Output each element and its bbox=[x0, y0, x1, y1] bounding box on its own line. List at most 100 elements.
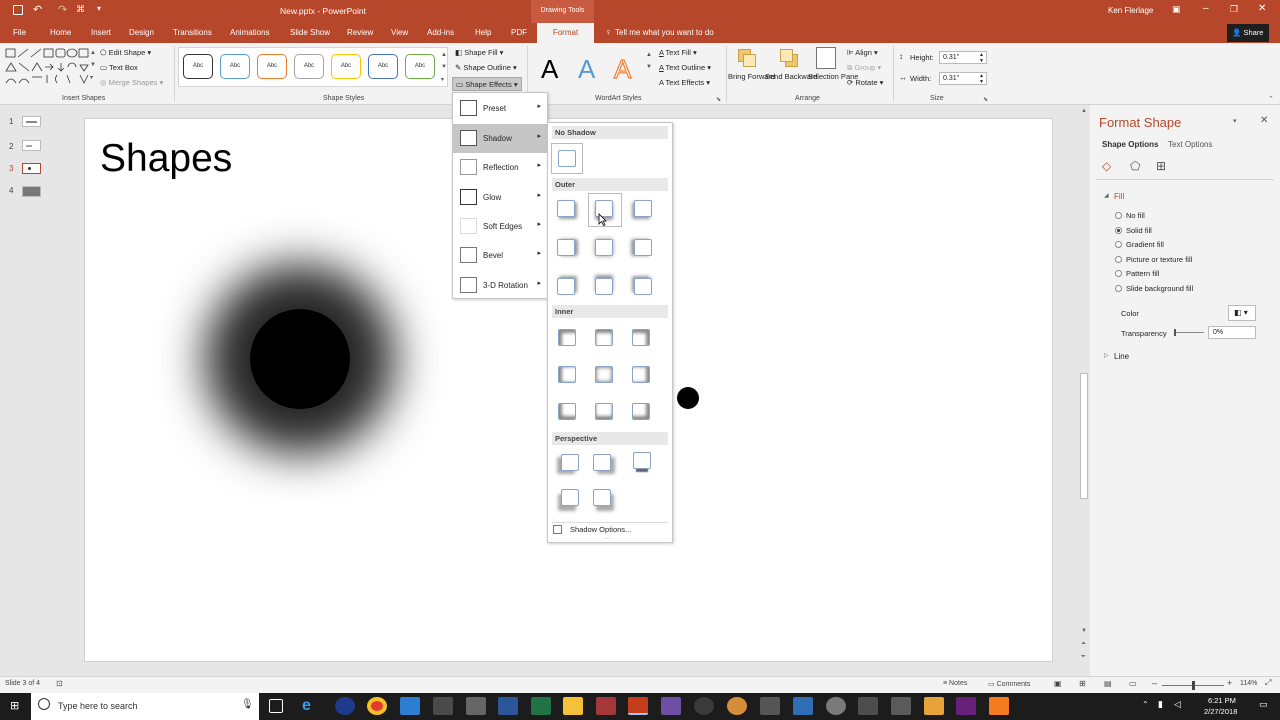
word-icon[interactable] bbox=[498, 697, 518, 715]
radio-no-fill[interactable] bbox=[1115, 212, 1122, 219]
file-manager-icon[interactable] bbox=[433, 697, 453, 715]
slide-thumbnail-4[interactable] bbox=[22, 186, 41, 197]
powerpoint-icon[interactable] bbox=[628, 697, 648, 715]
style-sample-5[interactable]: Abc bbox=[331, 54, 361, 79]
redo-icon[interactable]: ↷ bbox=[58, 3, 67, 16]
menu-item-soft-edges[interactable]: Soft Edges ▸ bbox=[453, 212, 547, 241]
slide-thumbnail-1[interactable] bbox=[22, 116, 41, 127]
text-fill-button[interactable]: A Text Fill ▾ bbox=[659, 48, 697, 57]
snipping-tool-icon[interactable] bbox=[760, 697, 780, 715]
no-shadow-option[interactable] bbox=[551, 143, 583, 174]
wordart-style-orange-outline[interactable]: A bbox=[613, 53, 632, 85]
tab-shape-options[interactable]: Shape Options bbox=[1102, 140, 1158, 149]
notes-button[interactable]: ≡ Notes bbox=[943, 680, 967, 687]
previous-slide-icon[interactable]: ⏶ bbox=[1081, 641, 1086, 648]
inner-shadow-4[interactable] bbox=[558, 366, 576, 383]
qat-customize-icon[interactable]: ▾ bbox=[97, 4, 101, 13]
tab-review[interactable]: Review bbox=[347, 28, 373, 37]
bring-forward-button[interactable]: Bring Forward bbox=[728, 72, 775, 82]
gallery-scroll-down-icon[interactable]: ▼ bbox=[90, 62, 96, 68]
close-icon[interactable]: ✕ bbox=[1258, 3, 1266, 14]
zoom-level[interactable]: 114% bbox=[1240, 680, 1257, 687]
tab-format[interactable]: Format bbox=[537, 23, 594, 43]
width-input[interactable]: 0.31" ▲ ▼ bbox=[939, 72, 987, 85]
perspective-shadow-3[interactable] bbox=[633, 452, 651, 469]
vertical-scrollbar[interactable]: ▲ ▼ ⏶ ⏷ bbox=[1078, 105, 1090, 676]
menu-item-reflection[interactable]: Reflection ▸ bbox=[453, 153, 547, 182]
text-box-button[interactable]: ▭ Text Box bbox=[100, 63, 138, 72]
tray-chevron-icon[interactable]: ⌃ bbox=[1142, 700, 1149, 709]
tab-add-ins[interactable]: Add-ins bbox=[427, 28, 454, 37]
shape-outline-button[interactable]: ✎ Shape Outline ▾ bbox=[455, 63, 517, 72]
clock-date[interactable]: 2/27/2018 bbox=[1204, 707, 1237, 716]
minimize-icon[interactable]: – bbox=[1203, 3, 1209, 14]
normal-view-icon[interactable]: ▣ bbox=[1054, 679, 1062, 688]
inner-shadow-8[interactable] bbox=[595, 403, 613, 420]
menu-item-glow[interactable]: Glow ▸ bbox=[453, 183, 547, 212]
menu-item-3d-rotation[interactable]: 3-D Rotation ▸ bbox=[453, 271, 547, 300]
zoom-in-icon[interactable]: + bbox=[1227, 678, 1232, 688]
style-sample-3[interactable]: Abc bbox=[257, 54, 287, 79]
menu-item-shadow[interactable]: Shadow ▸ bbox=[453, 124, 547, 153]
media-player-icon[interactable] bbox=[694, 697, 714, 715]
shape-fill-button[interactable]: ◧ Shape Fill ▾ bbox=[455, 48, 503, 57]
align-button[interactable]: ⊫ Align ▾ bbox=[847, 48, 878, 57]
tab-help[interactable]: Help bbox=[475, 28, 491, 37]
soft-edge-circle[interactable] bbox=[250, 309, 350, 409]
scroll-up-icon[interactable]: ▲ bbox=[1081, 108, 1087, 114]
tell-me-search[interactable]: Tell me what you want to do bbox=[615, 28, 714, 37]
shapes-gallery[interactable] bbox=[4, 47, 92, 89]
ribbon-display-icon[interactable]: ▣ bbox=[1172, 4, 1181, 15]
chrome-icon[interactable] bbox=[367, 697, 387, 715]
radio-slide-background-fill[interactable] bbox=[1115, 285, 1122, 292]
undo-icon[interactable]: ↶ bbox=[33, 3, 42, 16]
menu-item-preset[interactable]: Preset ▸ bbox=[453, 94, 547, 123]
radio-picture-fill[interactable] bbox=[1115, 256, 1122, 263]
remote-desktop-icon[interactable] bbox=[400, 697, 420, 715]
radio-pattern-fill[interactable] bbox=[1115, 270, 1122, 277]
effects-icon[interactable]: ⬠ bbox=[1130, 159, 1140, 173]
taskbar-search-box[interactable]: Type here to search 🎙 bbox=[31, 693, 259, 720]
perspective-shadow-1[interactable] bbox=[561, 454, 579, 471]
scroll-thumb[interactable] bbox=[1080, 373, 1088, 499]
style-sample-1[interactable]: Abc bbox=[183, 54, 213, 79]
slide-thumbnail-2[interactable] bbox=[22, 140, 41, 151]
wordart-dialog-launcher-icon[interactable]: ⬊ bbox=[716, 96, 721, 103]
slide-sorter-icon[interactable]: ⊞ bbox=[1079, 679, 1086, 688]
inner-shadow-9[interactable] bbox=[632, 403, 650, 420]
size-dialog-launcher-icon[interactable]: ⬊ bbox=[983, 96, 988, 103]
line-section-header[interactable]: Line bbox=[1114, 352, 1129, 361]
tab-file[interactable]: File bbox=[13, 28, 26, 37]
file-explorer-icon[interactable] bbox=[563, 697, 583, 715]
tool-icon[interactable] bbox=[891, 697, 911, 715]
volume-icon[interactable]: ◁ bbox=[1174, 699, 1181, 710]
wordart-style-black[interactable]: A bbox=[541, 54, 558, 85]
shadow-options-button[interactable]: Shadow Options... bbox=[551, 524, 669, 537]
terminal-icon[interactable] bbox=[858, 697, 878, 715]
inner-shadow-2[interactable] bbox=[595, 329, 613, 346]
perspective-shadow-5[interactable] bbox=[593, 489, 611, 506]
rotate-button[interactable]: ⟳ Rotate ▾ bbox=[847, 78, 883, 87]
collapse-ribbon-icon[interactable]: ⌃ bbox=[1268, 95, 1274, 103]
tab-text-options[interactable]: Text Options bbox=[1168, 140, 1212, 149]
radio-solid-fill[interactable] bbox=[1115, 227, 1122, 234]
transparency-input[interactable]: 0% bbox=[1208, 326, 1256, 339]
color-picker-button[interactable]: ◧ ▾ bbox=[1228, 305, 1256, 321]
pane-options-icon[interactable]: ▾ bbox=[1233, 117, 1237, 125]
user-name[interactable]: Ken Flerlage bbox=[1108, 6, 1153, 15]
outer-shadow-8[interactable] bbox=[595, 278, 613, 295]
perspective-shadow-4[interactable] bbox=[561, 489, 579, 506]
height-spinner-icon[interactable]: ▲ ▼ bbox=[979, 52, 984, 64]
outer-shadow-3[interactable] bbox=[634, 200, 652, 217]
inner-shadow-5[interactable] bbox=[595, 366, 613, 383]
slide-title[interactable]: Shapes bbox=[100, 137, 232, 181]
tab-design[interactable]: Design bbox=[129, 28, 154, 37]
access-icon[interactable] bbox=[596, 697, 616, 715]
app-icon[interactable] bbox=[727, 697, 747, 715]
fill-line-icon[interactable]: ◇ bbox=[1102, 159, 1111, 173]
perspective-shadow-2[interactable] bbox=[593, 454, 611, 471]
styles-scroll-up-icon[interactable]: ▲ bbox=[441, 52, 447, 58]
clock-time[interactable]: 6:21 PM bbox=[1208, 696, 1236, 705]
resize-grip-icon[interactable]: ⋯ bbox=[604, 535, 610, 542]
notification-app-icon[interactable] bbox=[989, 697, 1009, 715]
